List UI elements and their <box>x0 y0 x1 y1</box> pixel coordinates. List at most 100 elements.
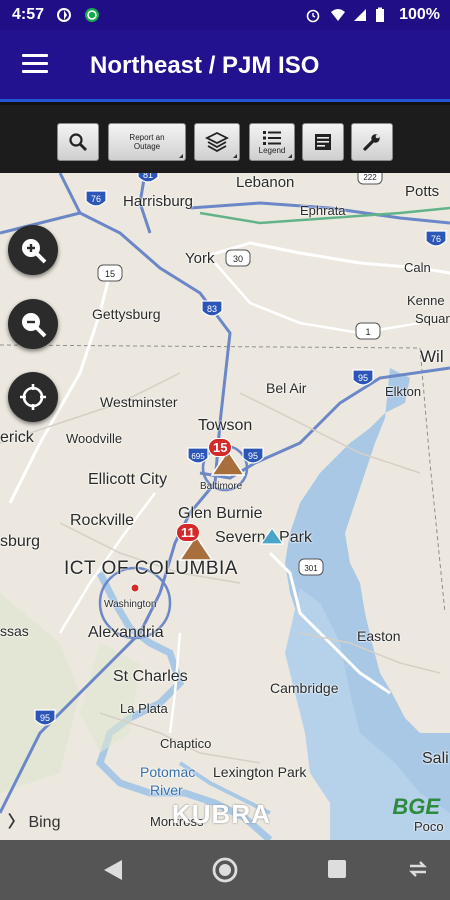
recents-icon[interactable] <box>326 858 348 880</box>
route-301-shield: 301 <box>298 556 324 578</box>
bing-label: Bing <box>28 814 61 831</box>
interstate-83-shield: 83 <box>200 297 224 321</box>
interstate-95-north-shield: 95 <box>351 366 375 390</box>
svg-text:1: 1 <box>365 327 370 337</box>
zoom-out-icon <box>22 313 47 338</box>
my-location-button[interactable] <box>8 372 58 422</box>
list-icon <box>263 130 281 145</box>
place-la-plata: La Plata <box>120 701 168 716</box>
place-river: River <box>150 782 183 798</box>
search-button[interactable] <box>57 123 99 161</box>
place-st-charles: St Charles <box>113 668 188 685</box>
svg-text:15: 15 <box>105 269 115 279</box>
wrench-icon <box>363 134 380 151</box>
app-title: Northeast / PJM ISO <box>90 52 320 79</box>
report-outage-label: Report an Outage <box>129 133 165 151</box>
bing-logo: 〉 Bing <box>8 808 60 832</box>
place-potts: Potts <box>405 183 440 200</box>
svg-text:95: 95 <box>40 713 50 723</box>
route-30-shield: 30 <box>225 247 251 269</box>
outage-triangle-icon <box>259 526 285 545</box>
place-gettysburg: Gettysburg <box>92 306 161 322</box>
svg-text:695: 695 <box>191 452 205 461</box>
settings-button[interactable] <box>351 123 393 161</box>
map-toolbar: Report an Outage Legend <box>0 105 450 173</box>
svg-text:81: 81 <box>143 173 153 180</box>
svg-text:301: 301 <box>304 564 318 573</box>
place-glen-burnie: Glen Burnie <box>178 505 263 522</box>
place-ephrata: Ephrata <box>300 203 346 218</box>
svg-text:76: 76 <box>91 194 101 204</box>
bing-mark-icon: 〉 <box>8 814 29 831</box>
place-westminster: Westminster <box>100 394 178 410</box>
outage-count-badge: 15 <box>208 438 233 457</box>
crosshair-icon <box>20 384 46 410</box>
interstate-81-shield: 81 <box>136 173 160 187</box>
legend-button[interactable]: Legend <box>249 123 295 161</box>
place-cambridge: Cambridge <box>270 680 339 696</box>
place-washington: Washington <box>104 599 157 610</box>
kubra-logo: KUBRA <box>172 799 271 829</box>
svg-text:30: 30 <box>233 254 243 264</box>
place-easton: Easton <box>357 628 401 644</box>
layers-button[interactable] <box>194 123 240 161</box>
place-lebanon: Lebanon <box>236 174 295 191</box>
outage-count-badge: 11 <box>176 523 200 542</box>
interstate-76-east-shield: 76 <box>424 227 448 251</box>
back-icon[interactable] <box>102 858 124 882</box>
zoom-in-icon <box>22 239 47 264</box>
outage-map[interactable]: Lebanon Potts Harrisburg Ephrata York Ca… <box>0 173 450 840</box>
route-15-shield: 15 <box>97 262 123 284</box>
outage-cluster-dc[interactable]: 11 <box>176 523 214 568</box>
place-york: York <box>185 250 215 267</box>
place-ellicott-city: Ellicott City <box>88 471 168 488</box>
svg-text:222: 222 <box>363 173 377 182</box>
app-bar: Northeast / PJM ISO <box>0 30 450 102</box>
status-bar: 4:57 100% <box>0 0 450 30</box>
interstate-76-shield: 76 <box>84 187 108 211</box>
system-nav-bar <box>0 840 450 900</box>
route-1-shield: 1 <box>355 320 381 342</box>
svg-text:76: 76 <box>431 234 441 244</box>
rotate-icon[interactable] <box>406 858 430 880</box>
route-222-shield: 222 <box>357 173 383 187</box>
svg-text:83: 83 <box>207 304 217 314</box>
place-erick: erick <box>0 429 34 446</box>
place-elkton: Elkton <box>385 384 422 399</box>
alarm-icon <box>306 9 320 23</box>
place-woodville: Woodville <box>66 431 123 446</box>
data-saver-icon <box>57 8 71 22</box>
zoom-out-button[interactable] <box>8 299 58 349</box>
svg-text:95: 95 <box>358 373 368 383</box>
search-icon <box>69 133 87 151</box>
place-harrisburg: Harrisburg <box>123 193 194 210</box>
interstate-95-south-shield: 95 <box>33 706 57 730</box>
battery-percent: 100% <box>399 6 440 23</box>
place-squar: Squar <box>415 311 450 326</box>
status-time: 4:57 <box>12 6 45 23</box>
place-chaptico: Chaptico <box>160 736 212 751</box>
wifi-icon <box>331 9 345 21</box>
svg-text:95: 95 <box>248 451 258 461</box>
place-belair: Bel Air <box>266 380 307 396</box>
document-icon <box>315 134 331 150</box>
summary-button[interactable] <box>302 123 344 161</box>
outage-cluster-baltimore[interactable]: 15 <box>208 438 246 483</box>
place-potomac-river: Potomac <box>140 764 196 780</box>
place-alexandria: Alexandria <box>88 624 164 641</box>
signal-icon <box>354 9 366 21</box>
place-sali: Sali <box>422 750 449 767</box>
place-poco: Poco <box>414 819 444 834</box>
place-lexington-park: Lexington Park <box>213 764 307 780</box>
outage-marker-severna-park[interactable] <box>259 526 285 551</box>
place-ssas: ssas <box>0 623 29 639</box>
menu-icon[interactable] <box>22 54 48 76</box>
zoom-in-button[interactable] <box>8 225 58 275</box>
legend-label: Legend <box>258 145 286 155</box>
home-icon[interactable] <box>211 856 239 884</box>
place-rockville: Rockville <box>70 512 135 529</box>
report-outage-button[interactable]: Report an Outage <box>108 123 186 161</box>
app-notification-icon <box>85 8 99 22</box>
interstate-695-shield: 695 <box>186 444 210 468</box>
place-towson: Towson <box>198 417 253 434</box>
